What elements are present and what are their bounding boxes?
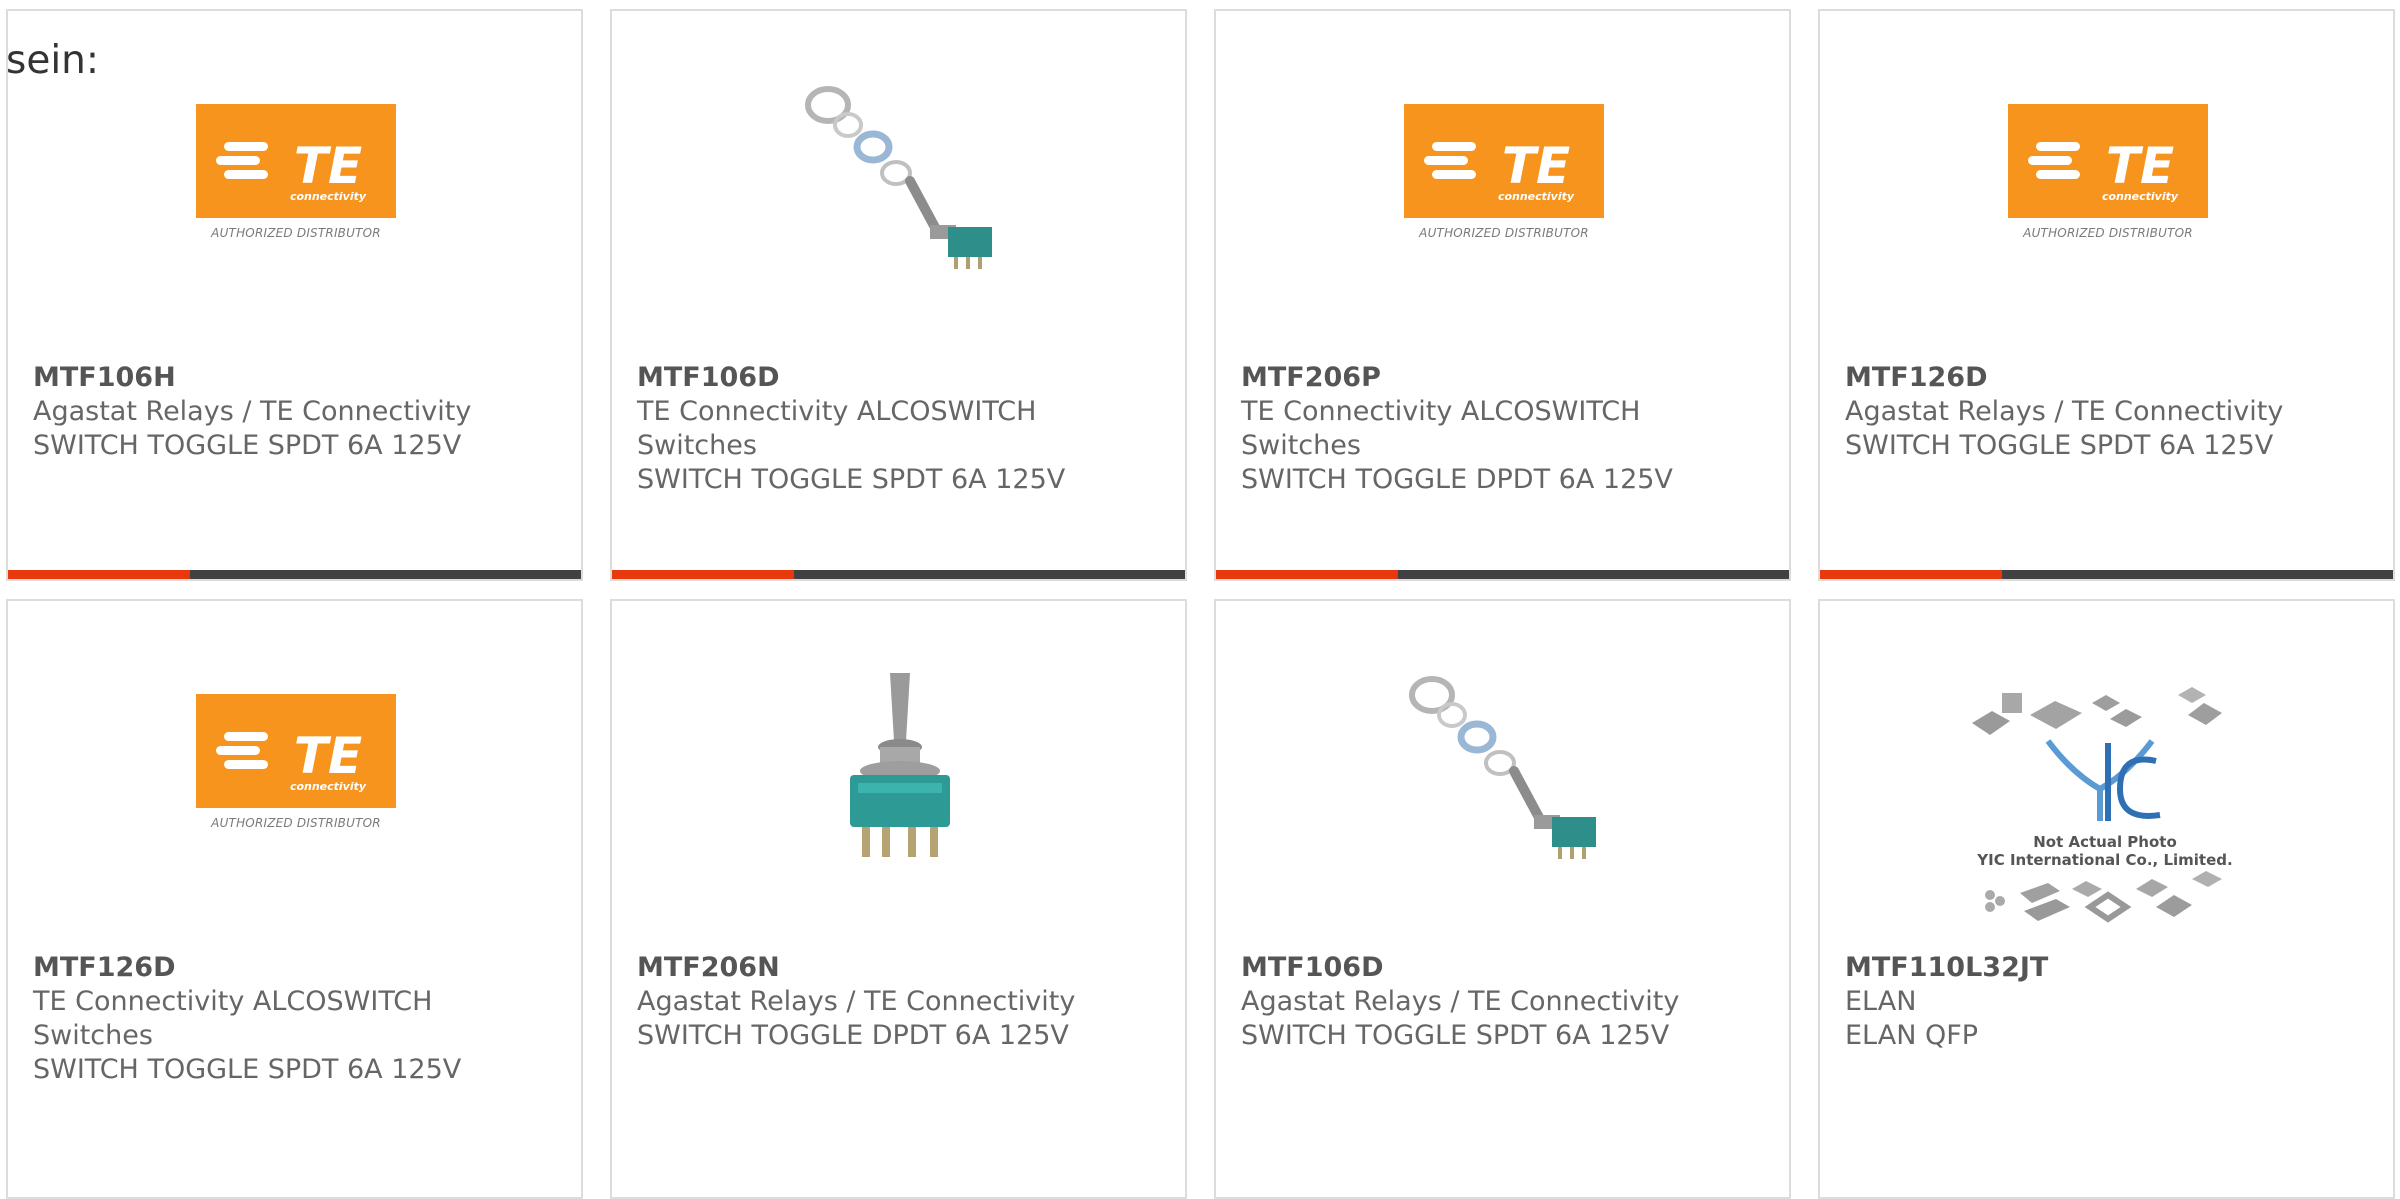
te-distributor-text: AUTHORIZED DISTRIBUTOR (211, 816, 381, 830)
product-image[interactable] (798, 77, 1002, 281)
product-image[interactable]: TE connectivity AUTHORIZED DISTRIBUTOR (194, 667, 398, 871)
te-distributor-logo: TE connectivity AUTHORIZED DISTRIBUTOR (194, 694, 398, 844)
manufacturer-continued: Switches (637, 430, 757, 461)
te-logo-icon: TE connectivity (196, 104, 396, 218)
yic-placeholder-icon: Not Actual Photo YIC International Co., … (1972, 687, 2233, 923)
product-card[interactable]: TE connectivity AUTHORIZED DISTRIBUTOR M… (6, 599, 583, 1199)
te-distributor-text: AUTHORIZED DISTRIBUTOR (211, 226, 381, 240)
part-number[interactable]: MTF206P (1241, 361, 1761, 395)
card-footer-bar (1820, 570, 2393, 579)
product-image[interactable] (798, 667, 1002, 871)
description: SWITCH TOGGLE SPDT 6A 125V (33, 430, 462, 461)
product-card[interactable]: TE connectivity AUTHORIZED DISTRIBUTOR M… (6, 9, 583, 581)
manufacturer: TE Connectivity ALCOSWITCH (1241, 396, 1641, 427)
svg-text:connectivity: connectivity (2102, 190, 2179, 203)
svg-text:TE: TE (1502, 137, 1570, 195)
product-card[interactable]: Not Actual Photo YIC International Co., … (1818, 599, 2395, 1199)
card-footer-bar (1216, 570, 1789, 579)
svg-text:TE: TE (294, 727, 362, 785)
te-distributor-text: AUTHORIZED DISTRIBUTOR (2023, 226, 2193, 240)
description: ELAN QFP (1845, 1020, 1979, 1051)
te-distributor-logo: TE connectivity AUTHORIZED DISTRIBUTOR (2006, 104, 2210, 254)
svg-text:connectivity: connectivity (290, 190, 367, 203)
svg-text:connectivity: connectivity (1498, 190, 1575, 203)
te-distributor-logo: TE connectivity AUTHORIZED DISTRIBUTOR (1402, 104, 1606, 254)
svg-text:connectivity: connectivity (290, 780, 367, 793)
product-image[interactable]: TE connectivity AUTHORIZED DISTRIBUTOR (1402, 77, 1606, 281)
part-number[interactable]: MTF106H (33, 361, 553, 395)
description: SWITCH TOGGLE DPDT 6A 125V (1241, 464, 1673, 495)
description: SWITCH TOGGLE SPDT 6A 125V (637, 464, 1066, 495)
description: SWITCH TOGGLE DPDT 6A 125V (637, 1020, 1069, 1051)
part-number[interactable]: MTF206N (637, 951, 1157, 985)
product-image[interactable]: TE connectivity AUTHORIZED DISTRIBUTOR (194, 77, 398, 281)
manufacturer: Agastat Relays / TE Connectivity (1845, 396, 2284, 427)
product-card[interactable]: MTF106D Agastat Relays / TE Connectivity… (1214, 599, 1791, 1199)
yic-line-1: Not Actual Photo (2033, 833, 2177, 851)
product-card[interactable]: TE connectivity AUTHORIZED DISTRIBUTOR M… (1818, 9, 2395, 581)
manufacturer: TE Connectivity ALCOSWITCH (33, 986, 433, 1017)
part-number[interactable]: MTF126D (1845, 361, 2365, 395)
te-logo-icon: TE connectivity (196, 694, 396, 808)
product-card[interactable]: MTF206N Agastat Relays / TE Connectivity… (610, 599, 1187, 1199)
intro-text: sein: (6, 38, 100, 83)
description: SWITCH TOGGLE SPDT 6A 125V (1241, 1020, 1670, 1051)
te-distributor-logo: TE connectivity AUTHORIZED DISTRIBUTOR (194, 104, 398, 254)
card-footer-bar (612, 570, 1185, 579)
manufacturer: TE Connectivity ALCOSWITCH (637, 396, 1037, 427)
description: SWITCH TOGGLE SPDT 6A 125V (33, 1054, 462, 1085)
svg-text:TE: TE (2106, 137, 2174, 195)
toggle-switch-icon (850, 673, 950, 857)
manufacturer: ELAN (1845, 986, 1917, 1017)
product-card[interactable]: TE connectivity AUTHORIZED DISTRIBUTOR M… (1214, 9, 1791, 581)
yic-line-2: YIC International Co., Limited. (1976, 851, 2232, 869)
description: SWITCH TOGGLE SPDT 6A 125V (1845, 430, 2274, 461)
toggle-switch-hardware-icon (805, 86, 992, 269)
manufacturer-continued: Switches (1241, 430, 1361, 461)
manufacturer: Agastat Relays / TE Connectivity (637, 986, 1076, 1017)
part-number[interactable]: MTF126D (33, 951, 553, 985)
part-number[interactable]: MTF106D (637, 361, 1157, 395)
te-logo-icon: TE connectivity (2008, 104, 2208, 218)
part-number[interactable]: MTF106D (1241, 951, 1761, 985)
toggle-switch-hardware-icon (1409, 676, 1596, 859)
product-image[interactable] (1402, 667, 1606, 871)
te-distributor-text: AUTHORIZED DISTRIBUTOR (1419, 226, 1589, 240)
manufacturer: Agastat Relays / TE Connectivity (33, 396, 472, 427)
card-footer-bar (8, 570, 581, 579)
product-card[interactable]: MTF106D TE Connectivity ALCOSWITCH Switc… (610, 9, 1187, 581)
manufacturer-continued: Switches (33, 1020, 153, 1051)
part-number[interactable]: MTF110L32JT (1845, 951, 2365, 985)
svg-text:TE: TE (294, 137, 362, 195)
manufacturer: Agastat Relays / TE Connectivity (1241, 986, 1680, 1017)
te-logo-icon: TE connectivity (1404, 104, 1604, 218)
product-image[interactable]: Not Actual Photo YIC International Co., … (1960, 681, 2250, 931)
product-image[interactable]: TE connectivity AUTHORIZED DISTRIBUTOR (2006, 77, 2210, 281)
